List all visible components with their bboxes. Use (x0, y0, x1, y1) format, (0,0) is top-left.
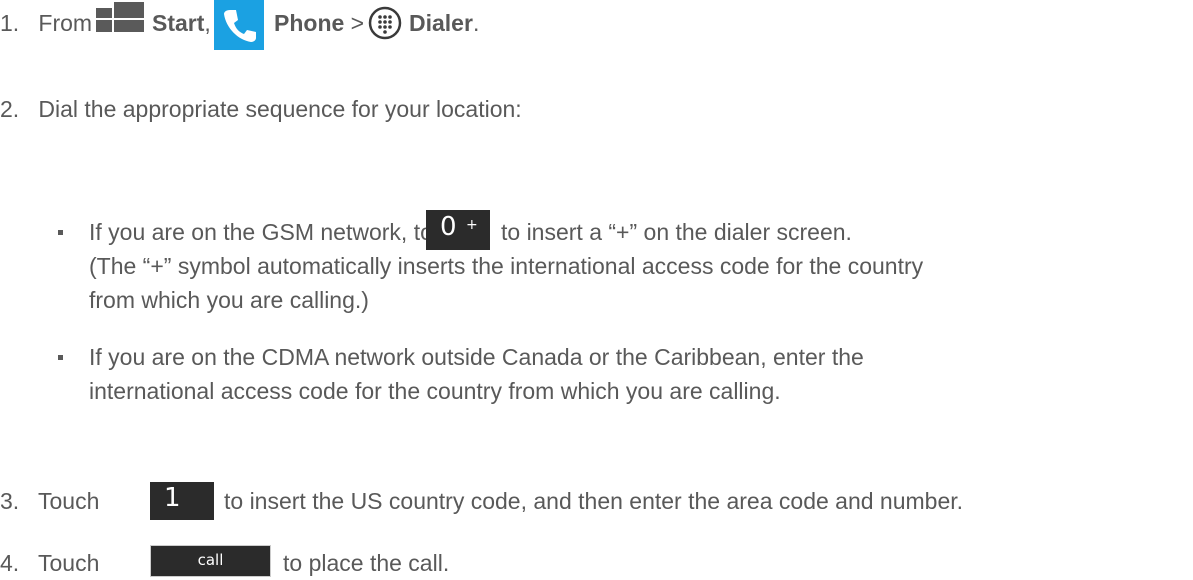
step-1: 1. From (0, 8, 92, 38)
dial-key-one[interactable]: 1 (150, 482, 214, 520)
step-number: 1. (0, 10, 20, 36)
bullet-1-line-3: from which you are calling.) (89, 287, 369, 313)
windows-start-icon (96, 2, 144, 42)
bullet-1-line-1a: If you are on the GSM network, touch (89, 219, 470, 245)
step-1-dialer-label: Dialer. (409, 10, 480, 36)
step-3-rest: to insert the US country code, and then … (224, 488, 964, 514)
dial-key-zero-plus[interactable]: 0 + (426, 210, 490, 250)
step-number: 2. (0, 96, 20, 122)
step-1-phone-label: Phone > (274, 10, 365, 36)
step-2: 2. Dial the appropriate sequence for you… (0, 94, 522, 124)
step-4: 4. Touch (0, 548, 99, 578)
dialpad-icon (368, 6, 402, 40)
bullet-2-line-2: international access code for the countr… (89, 378, 781, 404)
call-button[interactable]: call (150, 545, 271, 577)
bullet-1-line-2: (The “+” symbol automatically inserts th… (89, 253, 924, 279)
step-text: Dial the appropriate sequence for your l… (38, 96, 522, 122)
step-text-touch: Touch (37, 550, 100, 576)
step-number: 3. (0, 488, 20, 514)
step-text-from: From (38, 10, 93, 36)
bullet-marker (58, 355, 63, 360)
bullet-2-line-1: If you are on the CDMA network outside C… (89, 344, 864, 370)
step-4-rest: to place the call. (283, 550, 450, 576)
bullet-1-line-1b: to insert a “+” on the dialer screen. (501, 219, 852, 245)
step-3: 3. Touch (0, 486, 99, 516)
step-number: 4. (0, 550, 20, 576)
phone-icon (214, 0, 264, 50)
step-text-touch: Touch (37, 488, 100, 514)
bullet-marker (58, 230, 63, 235)
